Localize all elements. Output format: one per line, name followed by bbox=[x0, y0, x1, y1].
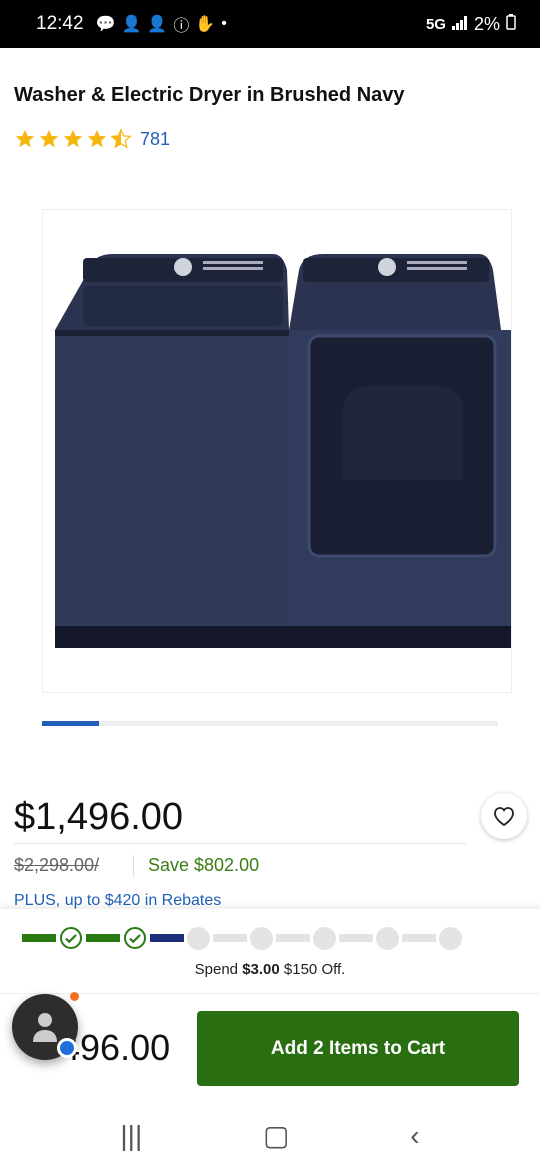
promo-progress-tracker bbox=[22, 926, 465, 950]
star-icon bbox=[87, 129, 107, 148]
person-add-icon: 👤 bbox=[147, 16, 168, 33]
spend-message: Spend $3.00 $150 Off. bbox=[0, 961, 540, 978]
progress-node bbox=[376, 926, 399, 950]
progress-segment bbox=[276, 934, 310, 942]
status-bar: 12:42 💬 👤 👤 ⓘ ✋ • 5G 2% bbox=[0, 0, 540, 48]
info-icon: ⓘ bbox=[173, 18, 190, 35]
carousel-indicator-thumb bbox=[42, 721, 99, 726]
was-price: $2,298.00/ bbox=[14, 855, 100, 875]
spend-suffix: $150 Off. bbox=[279, 961, 346, 978]
progress-node bbox=[187, 926, 210, 950]
home-icon[interactable]: ▢ bbox=[263, 1119, 289, 1152]
divider bbox=[14, 843, 466, 844]
signal-icon bbox=[451, 14, 468, 35]
sticky-cart-bar: 496.00 Add 2 Items to Cart bbox=[0, 993, 540, 1101]
dot-icon: • bbox=[221, 15, 227, 32]
recent-apps-icon[interactable]: ||| bbox=[120, 1120, 142, 1152]
add-to-cart-button[interactable]: Add 2 Items to Cart bbox=[197, 1011, 519, 1086]
progress-segment bbox=[339, 934, 373, 942]
person-add-icon: 👤 bbox=[121, 16, 142, 33]
spend-amount: $3.00 bbox=[242, 961, 280, 978]
product-price: $1,496.00 bbox=[14, 796, 184, 838]
check-circle-icon bbox=[60, 927, 82, 949]
favorite-button[interactable] bbox=[481, 793, 527, 839]
carousel-indicator[interactable] bbox=[42, 721, 498, 726]
spend-prefix: Spend bbox=[194, 961, 243, 978]
progress-segment bbox=[402, 934, 436, 942]
status-time: 12:42 bbox=[36, 13, 84, 34]
person-icon bbox=[33, 1013, 57, 1042]
product-title: Washer & Electric Dryer in Brushed Navy bbox=[14, 84, 405, 106]
star-icon bbox=[39, 129, 59, 148]
progress-node bbox=[313, 926, 336, 950]
network-label: 5G bbox=[425, 15, 446, 33]
notification-icons: 💬 👤 👤 ⓘ ✋ • bbox=[96, 12, 227, 36]
progress-segment bbox=[22, 934, 56, 942]
battery-icon bbox=[506, 13, 516, 35]
system-nav-bar: ||| ▢ ‹ bbox=[0, 1101, 540, 1170]
rating[interactable]: 781 bbox=[14, 128, 170, 150]
divider bbox=[133, 855, 134, 877]
chat-icon: 💬 bbox=[95, 16, 116, 33]
progress-segment bbox=[213, 934, 247, 942]
savings-label: Save $802.00 bbox=[148, 855, 260, 875]
hand-icon: ✋ bbox=[195, 16, 216, 33]
rating-count-link[interactable]: 781 bbox=[140, 129, 170, 150]
notification-dot bbox=[70, 992, 79, 1001]
dryer-illustration bbox=[289, 254, 511, 648]
rebates-link[interactable]: PLUS, up to $420 in Rebates bbox=[14, 892, 221, 910]
progress-segment-current bbox=[150, 934, 184, 942]
heart-icon bbox=[494, 807, 514, 827]
progress-node bbox=[439, 926, 462, 950]
battery-label: 2% bbox=[473, 13, 500, 34]
star-icon bbox=[63, 129, 83, 148]
check-circle-icon bbox=[124, 927, 146, 949]
messenger-badge-icon bbox=[57, 1038, 77, 1058]
washer-illustration bbox=[55, 254, 289, 648]
star-icon bbox=[15, 129, 35, 148]
back-icon[interactable]: ‹ bbox=[410, 1120, 419, 1152]
progress-node bbox=[250, 926, 273, 950]
promo-progress-panel: Spend $3.00 $150 Off. bbox=[0, 909, 540, 993]
half-star-icon bbox=[110, 128, 132, 149]
product-image[interactable] bbox=[42, 209, 512, 693]
progress-segment bbox=[86, 934, 120, 942]
